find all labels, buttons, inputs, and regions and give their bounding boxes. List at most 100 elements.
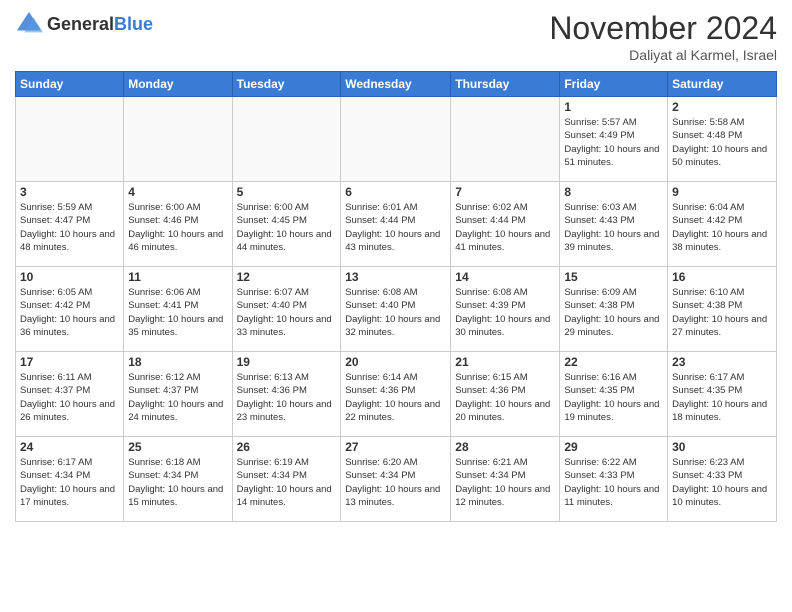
page-container: GeneralBlue November 2024 Daliyat al Kar…: [0, 0, 792, 532]
calendar-day-cell: 5 Sunrise: 6:00 AM Sunset: 4:45 PM Daylig…: [232, 182, 341, 267]
day-info: Sunrise: 6:03 AM Sunset: 4:43 PM Dayligh…: [564, 201, 663, 254]
day-info: Sunrise: 6:11 AM Sunset: 4:37 PM Dayligh…: [20, 371, 119, 424]
day-info: Sunrise: 6:14 AM Sunset: 4:36 PM Dayligh…: [345, 371, 446, 424]
calendar-day-cell: 23 Sunrise: 6:17 AM Sunset: 4:35 PM Dayli…: [668, 352, 777, 437]
calendar-day-cell: 26Sunrise: 6:19 AM Sunset: 4:34 PM Dayli…: [232, 437, 341, 522]
day-number: 2: [672, 100, 772, 114]
day-number: 8: [564, 185, 663, 199]
day-info: Sunrise: 5:57 AM Sunset: 4:49 PM Dayligh…: [564, 116, 663, 169]
day-info: Sunrise: 6:04 AM Sunset: 4:42 PM Dayligh…: [672, 201, 772, 254]
calendar-week-row: 24 Sunrise: 6:17 AM Sunset: 4:34 PM Dayli…: [16, 437, 777, 522]
day-info: Sunrise: 6:00 AM Sunset: 4:45 PM Dayligh…: [237, 201, 337, 254]
day-number: 6: [345, 185, 446, 199]
day-info: Sunrise: 6:07 AM Sunset: 4:40 PM Dayligh…: [237, 286, 337, 339]
calendar-weekday: Sunday: [16, 72, 124, 97]
day-number: 28: [455, 440, 555, 454]
calendar-day-cell: 20 Sunrise: 6:14 AM Sunset: 4:36 PM Dayli…: [341, 352, 451, 437]
day-number: 21: [455, 355, 555, 369]
calendar-day-cell: 24 Sunrise: 6:17 AM Sunset: 4:34 PM Dayli…: [16, 437, 124, 522]
day-info: Sunrise: 5:59 AM Sunset: 4:47 PM Dayligh…: [20, 201, 119, 254]
calendar-day-cell: 27Sunrise: 6:20 AM Sunset: 4:34 PM Dayli…: [341, 437, 451, 522]
calendar-day-cell: 4Sunrise: 6:00 AM Sunset: 4:46 PM Daylig…: [124, 182, 232, 267]
calendar-day-cell: 16Sunrise: 6:10 AM Sunset: 4:38 PM Dayli…: [668, 267, 777, 352]
day-info: Sunrise: 6:13 AM Sunset: 4:36 PM Dayligh…: [237, 371, 337, 424]
day-info: Sunrise: 6:21 AM Sunset: 4:34 PM Dayligh…: [455, 456, 555, 509]
page-header: GeneralBlue November 2024 Daliyat al Kar…: [15, 10, 777, 63]
calendar-day-cell: 13 Sunrise: 6:08 AM Sunset: 4:40 PM Dayli…: [341, 267, 451, 352]
calendar-day-cell: 28 Sunrise: 6:21 AM Sunset: 4:34 PM Dayli…: [451, 437, 560, 522]
day-number: 3: [20, 185, 119, 199]
day-info: Sunrise: 5:58 AM Sunset: 4:48 PM Dayligh…: [672, 116, 772, 169]
logo: GeneralBlue: [15, 10, 153, 38]
calendar-weekday: Tuesday: [232, 72, 341, 97]
day-number: 7: [455, 185, 555, 199]
day-info: Sunrise: 6:05 AM Sunset: 4:42 PM Dayligh…: [20, 286, 119, 339]
day-number: 11: [128, 270, 227, 284]
calendar-week-row: 17 Sunrise: 6:11 AM Sunset: 4:37 PM Dayli…: [16, 352, 777, 437]
calendar-week-row: 10 Sunrise: 6:05 AM Sunset: 4:42 PM Dayli…: [16, 267, 777, 352]
day-number: 14: [455, 270, 555, 284]
calendar-week-row: 3 Sunrise: 5:59 AM Sunset: 4:47 PM Daylig…: [16, 182, 777, 267]
calendar-day-cell: 25 Sunrise: 6:18 AM Sunset: 4:34 PM Dayli…: [124, 437, 232, 522]
day-number: 29: [564, 440, 663, 454]
day-info: Sunrise: 6:02 AM Sunset: 4:44 PM Dayligh…: [455, 201, 555, 254]
month-title: November 2024: [549, 10, 777, 47]
day-number: 15: [564, 270, 663, 284]
calendar-day-cell: 19 Sunrise: 6:13 AM Sunset: 4:36 PM Dayli…: [232, 352, 341, 437]
day-number: 5: [237, 185, 337, 199]
day-info: Sunrise: 6:20 AM Sunset: 4:34 PM Dayligh…: [345, 456, 446, 509]
day-info: Sunrise: 6:08 AM Sunset: 4:40 PM Dayligh…: [345, 286, 446, 339]
day-info: Sunrise: 6:15 AM Sunset: 4:36 PM Dayligh…: [455, 371, 555, 424]
day-number: 13: [345, 270, 446, 284]
day-number: 10: [20, 270, 119, 284]
day-info: Sunrise: 6:18 AM Sunset: 4:34 PM Dayligh…: [128, 456, 227, 509]
day-number: 17: [20, 355, 119, 369]
logo-general: General: [47, 14, 114, 34]
day-info: Sunrise: 6:08 AM Sunset: 4:39 PM Dayligh…: [455, 286, 555, 339]
day-info: Sunrise: 6:01 AM Sunset: 4:44 PM Dayligh…: [345, 201, 446, 254]
day-info: Sunrise: 6:16 AM Sunset: 4:35 PM Dayligh…: [564, 371, 663, 424]
day-info: Sunrise: 6:22 AM Sunset: 4:33 PM Dayligh…: [564, 456, 663, 509]
calendar-day-cell: 10 Sunrise: 6:05 AM Sunset: 4:42 PM Dayli…: [16, 267, 124, 352]
calendar-weekday: Friday: [560, 72, 668, 97]
calendar-weekday: Monday: [124, 72, 232, 97]
calendar-day-cell: 29 Sunrise: 6:22 AM Sunset: 4:33 PM Dayli…: [560, 437, 668, 522]
calendar-day-cell: 3 Sunrise: 5:59 AM Sunset: 4:47 PM Daylig…: [16, 182, 124, 267]
day-info: Sunrise: 6:12 AM Sunset: 4:37 PM Dayligh…: [128, 371, 227, 424]
day-number: 1: [564, 100, 663, 114]
logo-icon: [15, 10, 43, 38]
day-number: 23: [672, 355, 772, 369]
day-info: Sunrise: 6:17 AM Sunset: 4:35 PM Dayligh…: [672, 371, 772, 424]
logo-blue: Blue: [114, 14, 153, 34]
day-number: 25: [128, 440, 227, 454]
day-number: 19: [237, 355, 337, 369]
calendar-day-cell: 1 Sunrise: 5:57 AM Sunset: 4:49 PM Daylig…: [560, 97, 668, 182]
calendar-day-cell: 11Sunrise: 6:06 AM Sunset: 4:41 PM Dayli…: [124, 267, 232, 352]
calendar-day-cell: 7 Sunrise: 6:02 AM Sunset: 4:44 PM Daylig…: [451, 182, 560, 267]
title-area: November 2024 Daliyat al Karmel, Israel: [549, 10, 777, 63]
day-number: 16: [672, 270, 772, 284]
day-number: 20: [345, 355, 446, 369]
location: Daliyat al Karmel, Israel: [549, 47, 777, 63]
calendar-day-cell: 22 Sunrise: 6:16 AM Sunset: 4:35 PM Dayli…: [560, 352, 668, 437]
day-number: 24: [20, 440, 119, 454]
calendar-weekday: Saturday: [668, 72, 777, 97]
calendar-day-cell: 14 Sunrise: 6:08 AM Sunset: 4:39 PM Dayli…: [451, 267, 560, 352]
day-info: Sunrise: 6:17 AM Sunset: 4:34 PM Dayligh…: [20, 456, 119, 509]
calendar-day-cell: [16, 97, 124, 182]
calendar-day-cell: 21 Sunrise: 6:15 AM Sunset: 4:36 PM Dayli…: [451, 352, 560, 437]
calendar-day-cell: 15 Sunrise: 6:09 AM Sunset: 4:38 PM Dayli…: [560, 267, 668, 352]
calendar-day-cell: 30Sunrise: 6:23 AM Sunset: 4:33 PM Dayli…: [668, 437, 777, 522]
day-number: 26: [237, 440, 337, 454]
day-info: Sunrise: 6:09 AM Sunset: 4:38 PM Dayligh…: [564, 286, 663, 339]
day-number: 12: [237, 270, 337, 284]
day-number: 22: [564, 355, 663, 369]
day-number: 4: [128, 185, 227, 199]
calendar-day-cell: 9 Sunrise: 6:04 AM Sunset: 4:42 PM Daylig…: [668, 182, 777, 267]
calendar-week-row: 1 Sunrise: 5:57 AM Sunset: 4:49 PM Daylig…: [16, 97, 777, 182]
day-number: 30: [672, 440, 772, 454]
calendar-day-cell: [124, 97, 232, 182]
calendar-day-cell: 17 Sunrise: 6:11 AM Sunset: 4:37 PM Dayli…: [16, 352, 124, 437]
calendar-weekday: Wednesday: [341, 72, 451, 97]
day-number: 9: [672, 185, 772, 199]
